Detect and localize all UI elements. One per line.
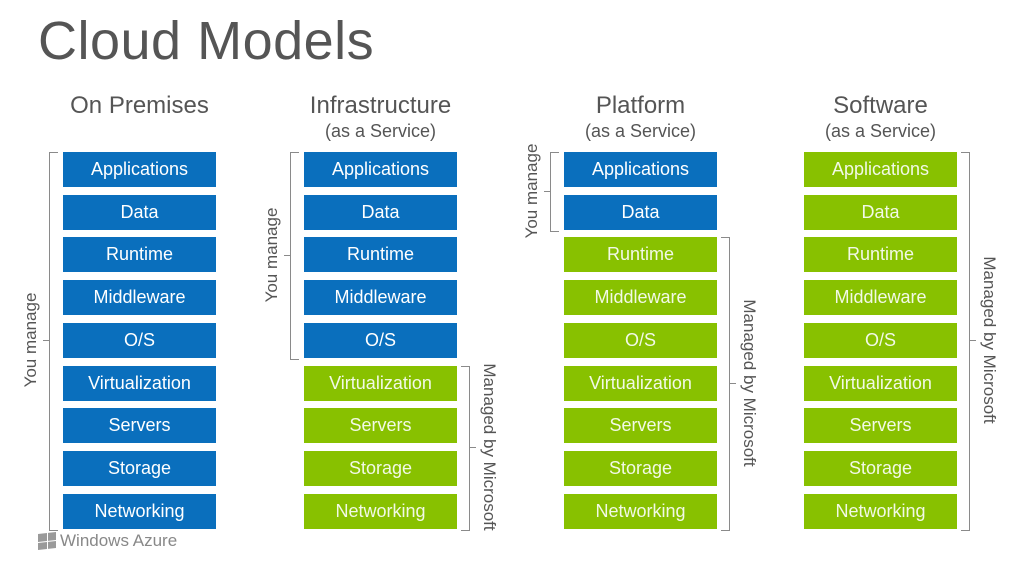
model-name: On Premises — [70, 92, 209, 119]
layer-virtualization: Virtualization — [804, 365, 957, 401]
managed-by-microsoft-label: Managed by Microsoft — [480, 363, 499, 531]
layer-runtime: Runtime — [564, 237, 717, 273]
layer-middleware: Middleware — [564, 280, 717, 316]
layer-os: O/S — [804, 322, 957, 358]
layer-applications: Applications — [304, 152, 457, 187]
layer-networking: Networking — [63, 493, 216, 529]
layer-networking: Networking — [564, 493, 717, 529]
managed-by-microsoft-label: Managed by Microsoft — [980, 256, 999, 424]
model-subtitle: (as a Service) — [584, 121, 697, 141]
layer-networking: Networking — [304, 493, 457, 529]
layer-applications: Applications — [564, 152, 717, 187]
bracket-tick — [43, 340, 49, 342]
layer-os: O/S — [63, 322, 216, 358]
layer-storage: Storage — [304, 450, 457, 486]
layer-runtime: Runtime — [304, 237, 457, 273]
windows-azure-logo: Windows Azure — [38, 531, 177, 551]
layer-servers: Servers — [804, 408, 957, 444]
layer-runtime: Runtime — [804, 237, 957, 273]
model-name: Software — [833, 92, 928, 119]
layer-data: Data — [804, 194, 957, 230]
model-name: Platform — [595, 92, 686, 119]
layer-os: O/S — [304, 322, 457, 358]
model-name: Infrastructure — [309, 92, 452, 119]
layer-data: Data — [304, 194, 457, 230]
model-subtitle: (as a Service) — [324, 121, 437, 141]
model-heading: Software (as a Service) — [771, 92, 991, 142]
model-heading: On Premises — [30, 92, 250, 120]
model-heading: Platform (as a Service) — [531, 92, 751, 142]
model-subtitle: (as a Service) — [824, 121, 937, 141]
model-heading: Infrastructure (as a Service) — [271, 92, 491, 142]
layer-virtualization: Virtualization — [304, 365, 457, 401]
bracket-tick — [970, 340, 976, 342]
bracket-tick — [470, 447, 476, 449]
you-manage-label: You manage — [522, 143, 541, 239]
managed-by-microsoft-bracket — [461, 365, 470, 531]
bracket-tick — [544, 190, 550, 192]
you-manage-bracket — [550, 152, 559, 232]
layer-data: Data — [63, 194, 216, 230]
you-manage-bracket — [49, 152, 58, 531]
logo-text: Windows Azure — [60, 531, 178, 550]
layer-applications: Applications — [63, 152, 216, 187]
layer-applications: Applications — [804, 152, 957, 187]
layer-data: Data — [564, 194, 717, 230]
layer-networking: Networking — [804, 493, 957, 529]
page-title: Cloud Models — [38, 11, 375, 71]
you-manage-label: You manage — [262, 207, 281, 303]
layer-virtualization: Virtualization — [63, 365, 216, 401]
bracket-tick — [730, 383, 736, 384]
managed-by-microsoft-bracket — [961, 152, 970, 531]
layer-servers: Servers — [304, 408, 457, 444]
bracket-tick — [284, 254, 290, 256]
layer-middleware: Middleware — [304, 280, 457, 316]
layer-servers: Servers — [63, 408, 216, 444]
layer-runtime: Runtime — [63, 237, 216, 273]
layer-middleware: Middleware — [63, 280, 216, 316]
layer-virtualization: Virtualization — [564, 365, 717, 401]
managed-by-microsoft-bracket — [721, 237, 730, 531]
layer-servers: Servers — [564, 408, 717, 444]
layer-storage: Storage — [63, 450, 216, 486]
managed-by-microsoft-label: Managed by Microsoft — [740, 299, 759, 467]
windows-flag-icon — [38, 532, 56, 550]
layer-storage: Storage — [804, 450, 957, 486]
you-manage-label: You manage — [21, 292, 40, 388]
you-manage-bracket — [290, 152, 299, 360]
layer-storage: Storage — [564, 450, 717, 486]
layer-middleware: Middleware — [804, 280, 957, 316]
layer-os: O/S — [564, 322, 717, 358]
